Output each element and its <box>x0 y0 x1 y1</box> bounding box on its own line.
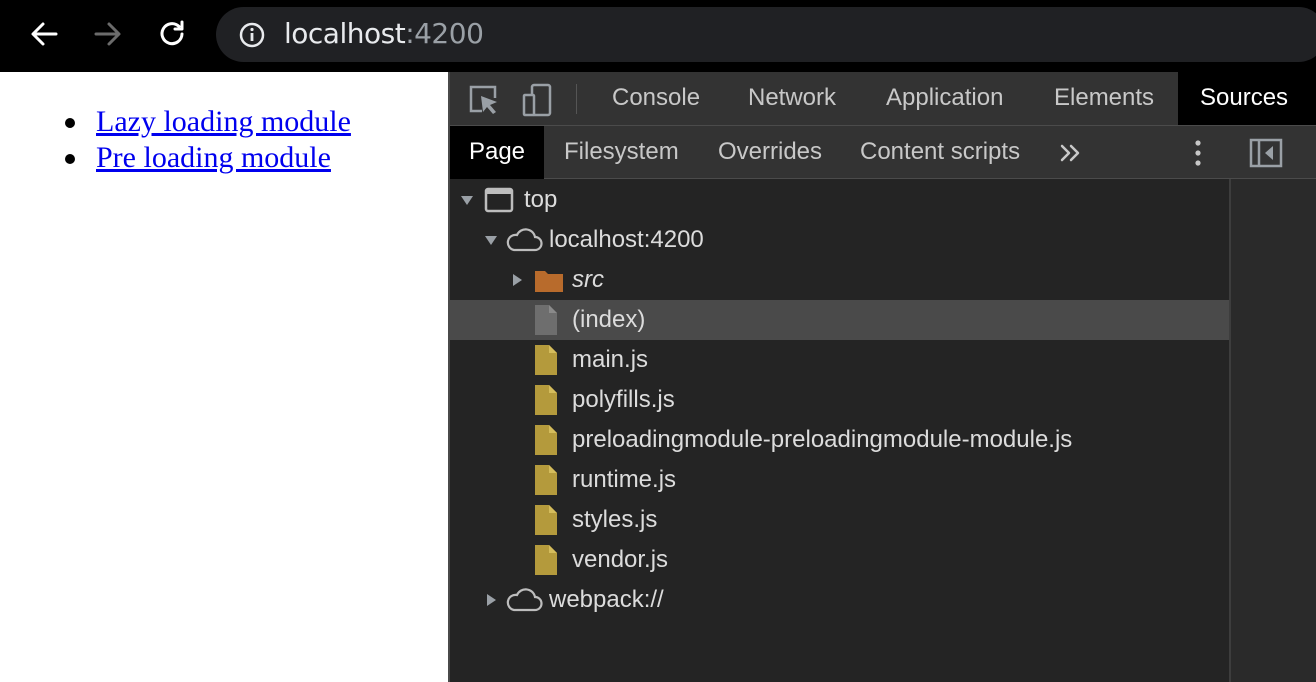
devtools-tab-bar: Console Network Application Elements Sou… <box>450 72 1316 126</box>
lazy-loading-link[interactable]: Lazy loading module <box>96 105 351 138</box>
tree-label: webpack:// <box>549 586 664 613</box>
link-list: Lazy loading module Pre loading module <box>56 104 351 176</box>
tab-application[interactable]: Application <box>886 72 1003 125</box>
tree-label: src <box>572 266 604 293</box>
tab-console[interactable]: Console <box>612 72 700 125</box>
tree-label: runtime.js <box>572 466 677 493</box>
editor-area <box>1231 126 1316 682</box>
inspect-element-icon[interactable] <box>466 82 502 118</box>
tab-network[interactable]: Network <box>748 72 836 125</box>
triangle-down-icon[interactable] <box>460 193 474 207</box>
subtab-page[interactable]: Page <box>450 126 544 179</box>
tree-label: top <box>524 186 558 213</box>
triangle-right-icon[interactable] <box>484 593 498 607</box>
folder-icon <box>535 271 563 292</box>
cloud-icon <box>506 588 543 612</box>
script-file-icon <box>535 385 557 415</box>
tree-row-top[interactable]: top <box>450 180 1229 220</box>
tree-label: main.js <box>572 346 649 373</box>
script-file-icon <box>535 425 557 455</box>
script-file-icon <box>535 345 557 375</box>
tree-label: localhost:4200 <box>549 226 704 253</box>
toolbar-divider <box>576 84 577 114</box>
info-icon[interactable] <box>238 21 266 49</box>
tree-row-file[interactable]: (index) <box>450 300 1229 340</box>
tab-sources[interactable]: Sources <box>1178 72 1316 125</box>
tree-row-file[interactable]: preloadingmodule-preloadingmodule-module… <box>450 420 1229 460</box>
navigator-tab-bar: Page Filesystem Overrides Content script… <box>450 126 1231 179</box>
cloud-icon <box>506 228 543 252</box>
back-button[interactable] <box>24 14 64 54</box>
tree-label: styles.js <box>572 506 658 533</box>
tab-elements[interactable]: Elements <box>1054 72 1154 125</box>
arrow-right-icon <box>94 22 121 46</box>
script-file-icon <box>535 505 557 535</box>
frame-icon <box>484 187 514 213</box>
bullet <box>65 154 75 164</box>
triangle-down-icon[interactable] <box>484 233 498 247</box>
arrow-left-icon <box>31 22 58 46</box>
address-bar[interactable]: localhost:4200 <box>216 7 1316 62</box>
document-file-icon <box>535 305 557 335</box>
more-options-icon[interactable] <box>1186 138 1210 168</box>
sources-navigator: Page Filesystem Overrides Content script… <box>450 126 1231 682</box>
tree-row-file[interactable]: polyfills.js <box>450 380 1229 420</box>
subtab-overrides[interactable]: Overrides <box>718 126 822 179</box>
list-item: Pre loading module <box>56 140 351 176</box>
devtools-panel: Console Network Application Elements Sou… <box>448 72 1316 682</box>
tree-row-file[interactable]: vendor.js <box>450 540 1229 580</box>
device-toolbar-icon[interactable] <box>520 82 556 118</box>
tree-row-file[interactable]: runtime.js <box>450 460 1229 500</box>
tree-label: vendor.js <box>572 546 669 573</box>
tree-row-webpack[interactable]: webpack:// <box>450 580 1229 620</box>
triangle-right-icon[interactable] <box>510 273 524 287</box>
browser-toolbar: localhost:4200 <box>0 0 1316 72</box>
tree-row-folder[interactable]: src <box>450 260 1229 300</box>
address-text[interactable]: localhost:4200 <box>284 17 484 50</box>
tree-label: (index) <box>572 306 646 333</box>
file-tree: top localhost:4200 src (index) main.js p… <box>450 180 1229 620</box>
subtab-filesystem[interactable]: Filesystem <box>564 126 679 179</box>
toggle-navigator-icon[interactable] <box>1249 138 1283 168</box>
editor-toolbar <box>1231 126 1316 179</box>
forward-button[interactable] <box>88 14 128 54</box>
pre-loading-link[interactable]: Pre loading module <box>96 141 331 174</box>
script-file-icon <box>535 465 557 495</box>
address-port: :4200 <box>405 17 484 50</box>
list-item: Lazy loading module <box>56 104 351 140</box>
page-content: Lazy loading module Pre loading module <box>0 72 448 682</box>
more-tabs-icon[interactable] <box>1057 139 1087 167</box>
reload-button[interactable] <box>152 14 192 54</box>
tree-label: polyfills.js <box>572 386 675 413</box>
tree-row-file[interactable]: styles.js <box>450 500 1229 540</box>
tree-row-origin[interactable]: localhost:4200 <box>450 220 1229 260</box>
bullet <box>65 118 75 128</box>
tree-label: preloadingmodule-preloadingmodule-module… <box>572 426 1073 453</box>
script-file-icon <box>535 545 557 575</box>
tree-row-file[interactable]: main.js <box>450 340 1229 380</box>
subtab-content-scripts[interactable]: Content scripts <box>860 126 1020 179</box>
reload-icon <box>160 20 184 46</box>
address-host: localhost <box>284 17 406 50</box>
